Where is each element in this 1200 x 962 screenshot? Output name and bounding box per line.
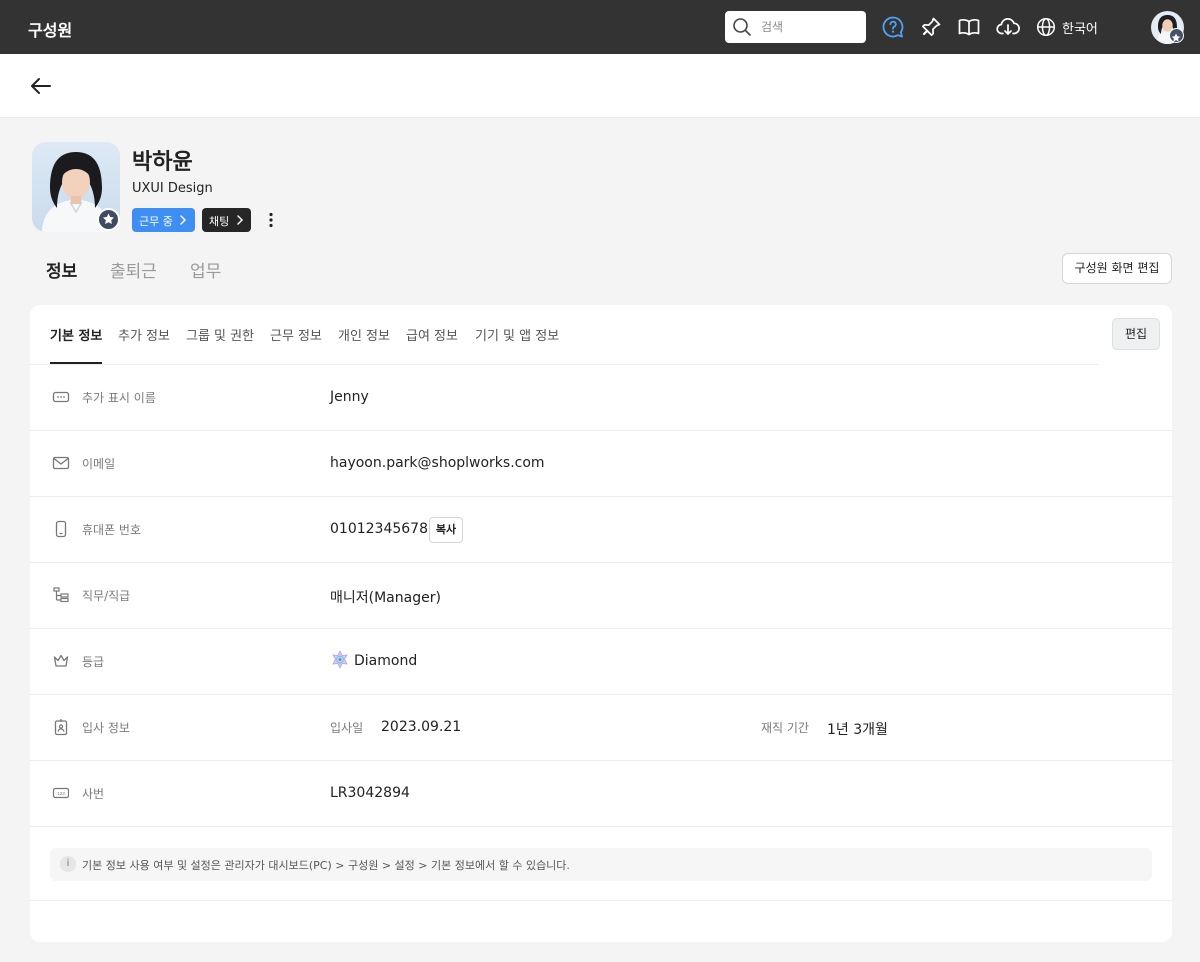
bottom-divider bbox=[30, 900, 1172, 901]
tenure-value: 1년 3개월 bbox=[827, 722, 888, 738]
mail-icon bbox=[52, 456, 70, 470]
subtab-work-info[interactable]: 근무 정보 bbox=[270, 325, 322, 344]
search-box[interactable]: 검색 bbox=[725, 11, 866, 43]
work-status-chip[interactable]: 근무 중 bbox=[132, 208, 195, 232]
phone-icon bbox=[55, 520, 67, 538]
back-arrow-icon[interactable] bbox=[28, 74, 54, 98]
email-value: hayoon.park@shoplworks.com bbox=[330, 455, 545, 471]
app-title: 구성원 bbox=[28, 21, 73, 40]
row-label: 추가 표시 이름 bbox=[82, 391, 156, 405]
row-label: 입사 정보 bbox=[82, 721, 130, 735]
row-label: 등급 bbox=[82, 655, 105, 669]
cloud-download-icon[interactable] bbox=[996, 15, 1020, 39]
row-employee-number: 123 사번 LR3042894 bbox=[30, 761, 1172, 827]
number-pad-icon: 123 bbox=[52, 787, 70, 799]
globe-icon bbox=[1036, 17, 1056, 37]
tab-tasks[interactable]: 업무 bbox=[190, 257, 221, 282]
book-icon[interactable] bbox=[957, 15, 981, 39]
edit-button[interactable]: 편집 bbox=[1112, 318, 1160, 350]
grade-value: Diamond bbox=[354, 653, 418, 669]
row-phone: 휴대폰 번호 01012345678 복사 bbox=[30, 497, 1172, 563]
join-date-value: 2023.09.21 bbox=[381, 719, 462, 735]
star-badge-icon bbox=[97, 208, 120, 231]
crown-icon bbox=[53, 654, 69, 667]
row-position: 직무/직급 매니저(Manager) bbox=[30, 563, 1172, 629]
edit-member-screen-button[interactable]: 구성원 화면 편집 bbox=[1062, 253, 1172, 284]
chevron-right-icon bbox=[180, 215, 187, 225]
row-grade: 등급 Diamond bbox=[30, 629, 1172, 695]
tab-info[interactable]: 정보 bbox=[46, 257, 77, 282]
employee-number-value: LR3042894 bbox=[330, 785, 410, 801]
top-bar: 구성원 검색 한국어 bbox=[0, 0, 1200, 54]
row-display-name: 추가 표시 이름 Jenny bbox=[30, 365, 1172, 431]
row-label: 이메일 bbox=[82, 457, 116, 471]
subtab-salary-info[interactable]: 급여 정보 bbox=[406, 325, 458, 344]
info-notice: i 기본 정보 사용 여부 및 설정은 관리자가 대시보드(PC) > 구성원 … bbox=[50, 848, 1152, 881]
search-icon bbox=[733, 18, 751, 36]
position-value: 매니저(Manager) bbox=[330, 590, 441, 606]
join-date-label: 입사일 bbox=[330, 721, 364, 735]
svg-text:123: 123 bbox=[57, 791, 65, 796]
subtab-additional-info[interactable]: 추가 정보 bbox=[118, 325, 170, 344]
row-join-info: 입사 정보 입사일 2023.09.21 재직 기간 1년 3개월 bbox=[30, 695, 1172, 761]
pin-icon[interactable] bbox=[919, 15, 943, 39]
subtab-basic-info[interactable]: 기본 정보 bbox=[50, 325, 102, 344]
copy-button[interactable]: 복사 bbox=[429, 517, 463, 543]
subtab-groups-permissions[interactable]: 그룹 및 권한 bbox=[186, 325, 254, 344]
row-label: 휴대폰 번호 bbox=[82, 523, 142, 537]
tenure-label: 재직 기간 bbox=[761, 721, 809, 735]
notice-text: 기본 정보 사용 여부 및 설정은 관리자가 대시보드(PC) > 구성원 > … bbox=[82, 859, 570, 872]
back-bar bbox=[0, 54, 1200, 118]
profile-department: UXUI Design bbox=[132, 181, 213, 196]
chat-label: 채팅 bbox=[209, 215, 230, 228]
org-chart-icon bbox=[53, 587, 69, 603]
chat-chip[interactable]: 채팅 bbox=[202, 208, 251, 232]
id-badge-icon bbox=[54, 719, 68, 736]
search-input[interactable]: 검색 bbox=[761, 18, 783, 35]
tab-attendance[interactable]: 출퇴근 bbox=[110, 257, 157, 282]
row-label: 사번 bbox=[82, 787, 105, 801]
star-badge-icon bbox=[1169, 28, 1184, 43]
info-icon: i bbox=[60, 856, 76, 872]
more-vertical-icon[interactable] bbox=[263, 210, 279, 230]
language-label: 한국어 bbox=[1062, 22, 1098, 37]
profile-name: 박하윤 bbox=[132, 150, 193, 175]
display-name-value: Jenny bbox=[330, 389, 369, 405]
work-status-label: 근무 중 bbox=[139, 215, 173, 228]
subtab-personal-info[interactable]: 개인 정보 bbox=[338, 325, 390, 344]
info-card: 기본 정보 추가 정보 그룹 및 권한 근무 정보 개인 정보 급여 정보 기기… bbox=[30, 305, 1172, 942]
help-icon[interactable] bbox=[881, 15, 905, 39]
row-email: 이메일 hayoon.park@shoplworks.com bbox=[30, 431, 1172, 497]
subtab-device-app-info[interactable]: 기기 및 앱 정보 bbox=[475, 325, 559, 344]
row-label: 직무/직급 bbox=[82, 589, 131, 603]
chevron-right-icon bbox=[237, 215, 244, 225]
name-tag-icon bbox=[52, 391, 70, 403]
phone-value: 01012345678 bbox=[330, 521, 428, 537]
diamond-grade-icon bbox=[332, 650, 348, 669]
language-selector[interactable]: 한국어 bbox=[1036, 15, 1106, 39]
